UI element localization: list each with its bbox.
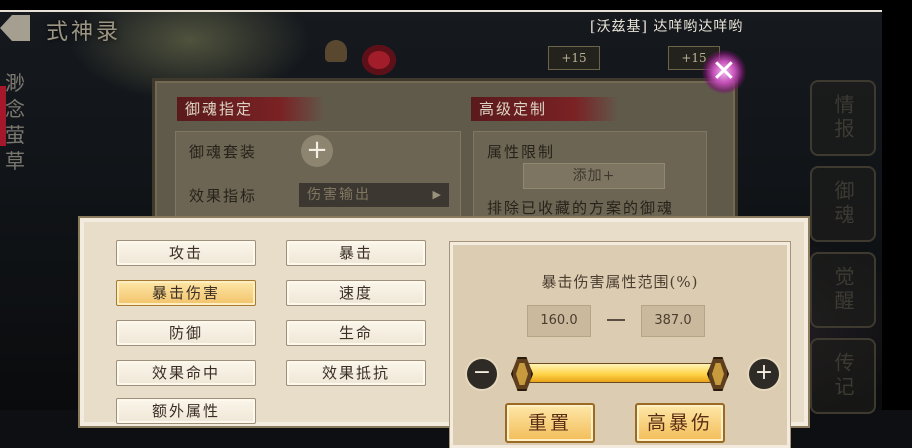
soul-config-dialog: 御魂指定 高级定制 御魂套装 + 效果指标 伤害输出 ▶ 属性限制 添加+ 排除… xyxy=(152,78,738,234)
mask-icon xyxy=(362,45,396,75)
attr-button-effect-hit[interactable]: 效果命中 xyxy=(116,360,256,386)
reset-button[interactable]: 重置 xyxy=(505,403,595,443)
exclude-favorites-label[interactable]: 排除已收藏的方案的御魂 xyxy=(487,197,674,218)
tab-info[interactable]: 情报 xyxy=(810,80,876,156)
top-divider xyxy=(0,10,882,12)
range-slider-track[interactable] xyxy=(523,363,719,383)
attr-button-effect-resist[interactable]: 效果抵抗 xyxy=(286,360,426,386)
attr-button-crit[interactable]: 暴击 xyxy=(286,240,426,266)
tab-soul[interactable]: 御魂 xyxy=(810,166,876,242)
level-chip: +15 xyxy=(548,46,600,70)
attr-button-crit-damage[interactable]: 暴击伤害 xyxy=(116,280,256,306)
top-black-bar xyxy=(0,0,882,10)
section-header-soul: 御魂指定 xyxy=(177,97,325,121)
attr-button-defense[interactable]: 防御 xyxy=(116,320,256,346)
attr-button-speed[interactable]: 速度 xyxy=(286,280,426,306)
attribute-range-dialog: 攻击 暴击 暴击伤害 速度 防御 生命 效果命中 效果抵抗 额外属性 暴击伤害属… xyxy=(80,218,808,448)
range-min-input[interactable]: 160.0 xyxy=(527,305,591,337)
play-arrow-icon: ▶ xyxy=(432,188,443,201)
player-name-tag: [沃兹基] 达咩哟达咩哟 xyxy=(590,19,744,35)
attr-button-hp[interactable]: 生命 xyxy=(286,320,426,346)
add-limit-button[interactable]: 添加+ xyxy=(523,163,665,189)
left-side-tabs: 渺 念 萤 草 xyxy=(0,70,30,270)
high-crit-preset-button[interactable]: 高暴伤 xyxy=(635,403,725,443)
effect-dropdown-value: 伤害输出 xyxy=(307,187,371,203)
effect-label: 效果指标 xyxy=(189,187,258,205)
set-label: 御魂套装 xyxy=(189,143,258,161)
range-max-input[interactable]: 387.0 xyxy=(641,305,705,337)
left-tab-char: 萤 xyxy=(5,123,25,147)
range-separator xyxy=(607,319,625,321)
add-set-button[interactable]: + xyxy=(301,135,333,167)
right-black-bar xyxy=(882,0,912,410)
left-tab-char: 草 xyxy=(5,149,25,173)
attr-button-extra[interactable]: 额外属性 xyxy=(116,398,256,424)
left-tab-char: 渺 xyxy=(5,71,25,95)
section-header-custom: 高级定制 xyxy=(471,97,619,121)
minus-icon[interactable]: − xyxy=(465,357,499,391)
plus-icon[interactable]: + xyxy=(747,357,781,391)
attr-limit-label: 属性限制 xyxy=(487,143,556,161)
left-tab-char: 念 xyxy=(5,97,25,121)
page-title: 式神录 xyxy=(46,20,122,45)
range-title: 暴击伤害属性范围(%) xyxy=(541,273,699,291)
effect-dropdown[interactable]: 伤害输出 ▶ xyxy=(299,183,449,207)
close-icon[interactable]: ✕ xyxy=(702,50,746,94)
tab-awaken[interactable]: 觉醒 xyxy=(810,252,876,328)
attr-button-attack[interactable]: 攻击 xyxy=(116,240,256,266)
bell-icon xyxy=(325,40,347,62)
tab-biography[interactable]: 传记 xyxy=(810,338,876,414)
range-panel: 暴击伤害属性范围(%) 160.0 387.0 − + 重置 高暴伤 xyxy=(450,242,790,448)
